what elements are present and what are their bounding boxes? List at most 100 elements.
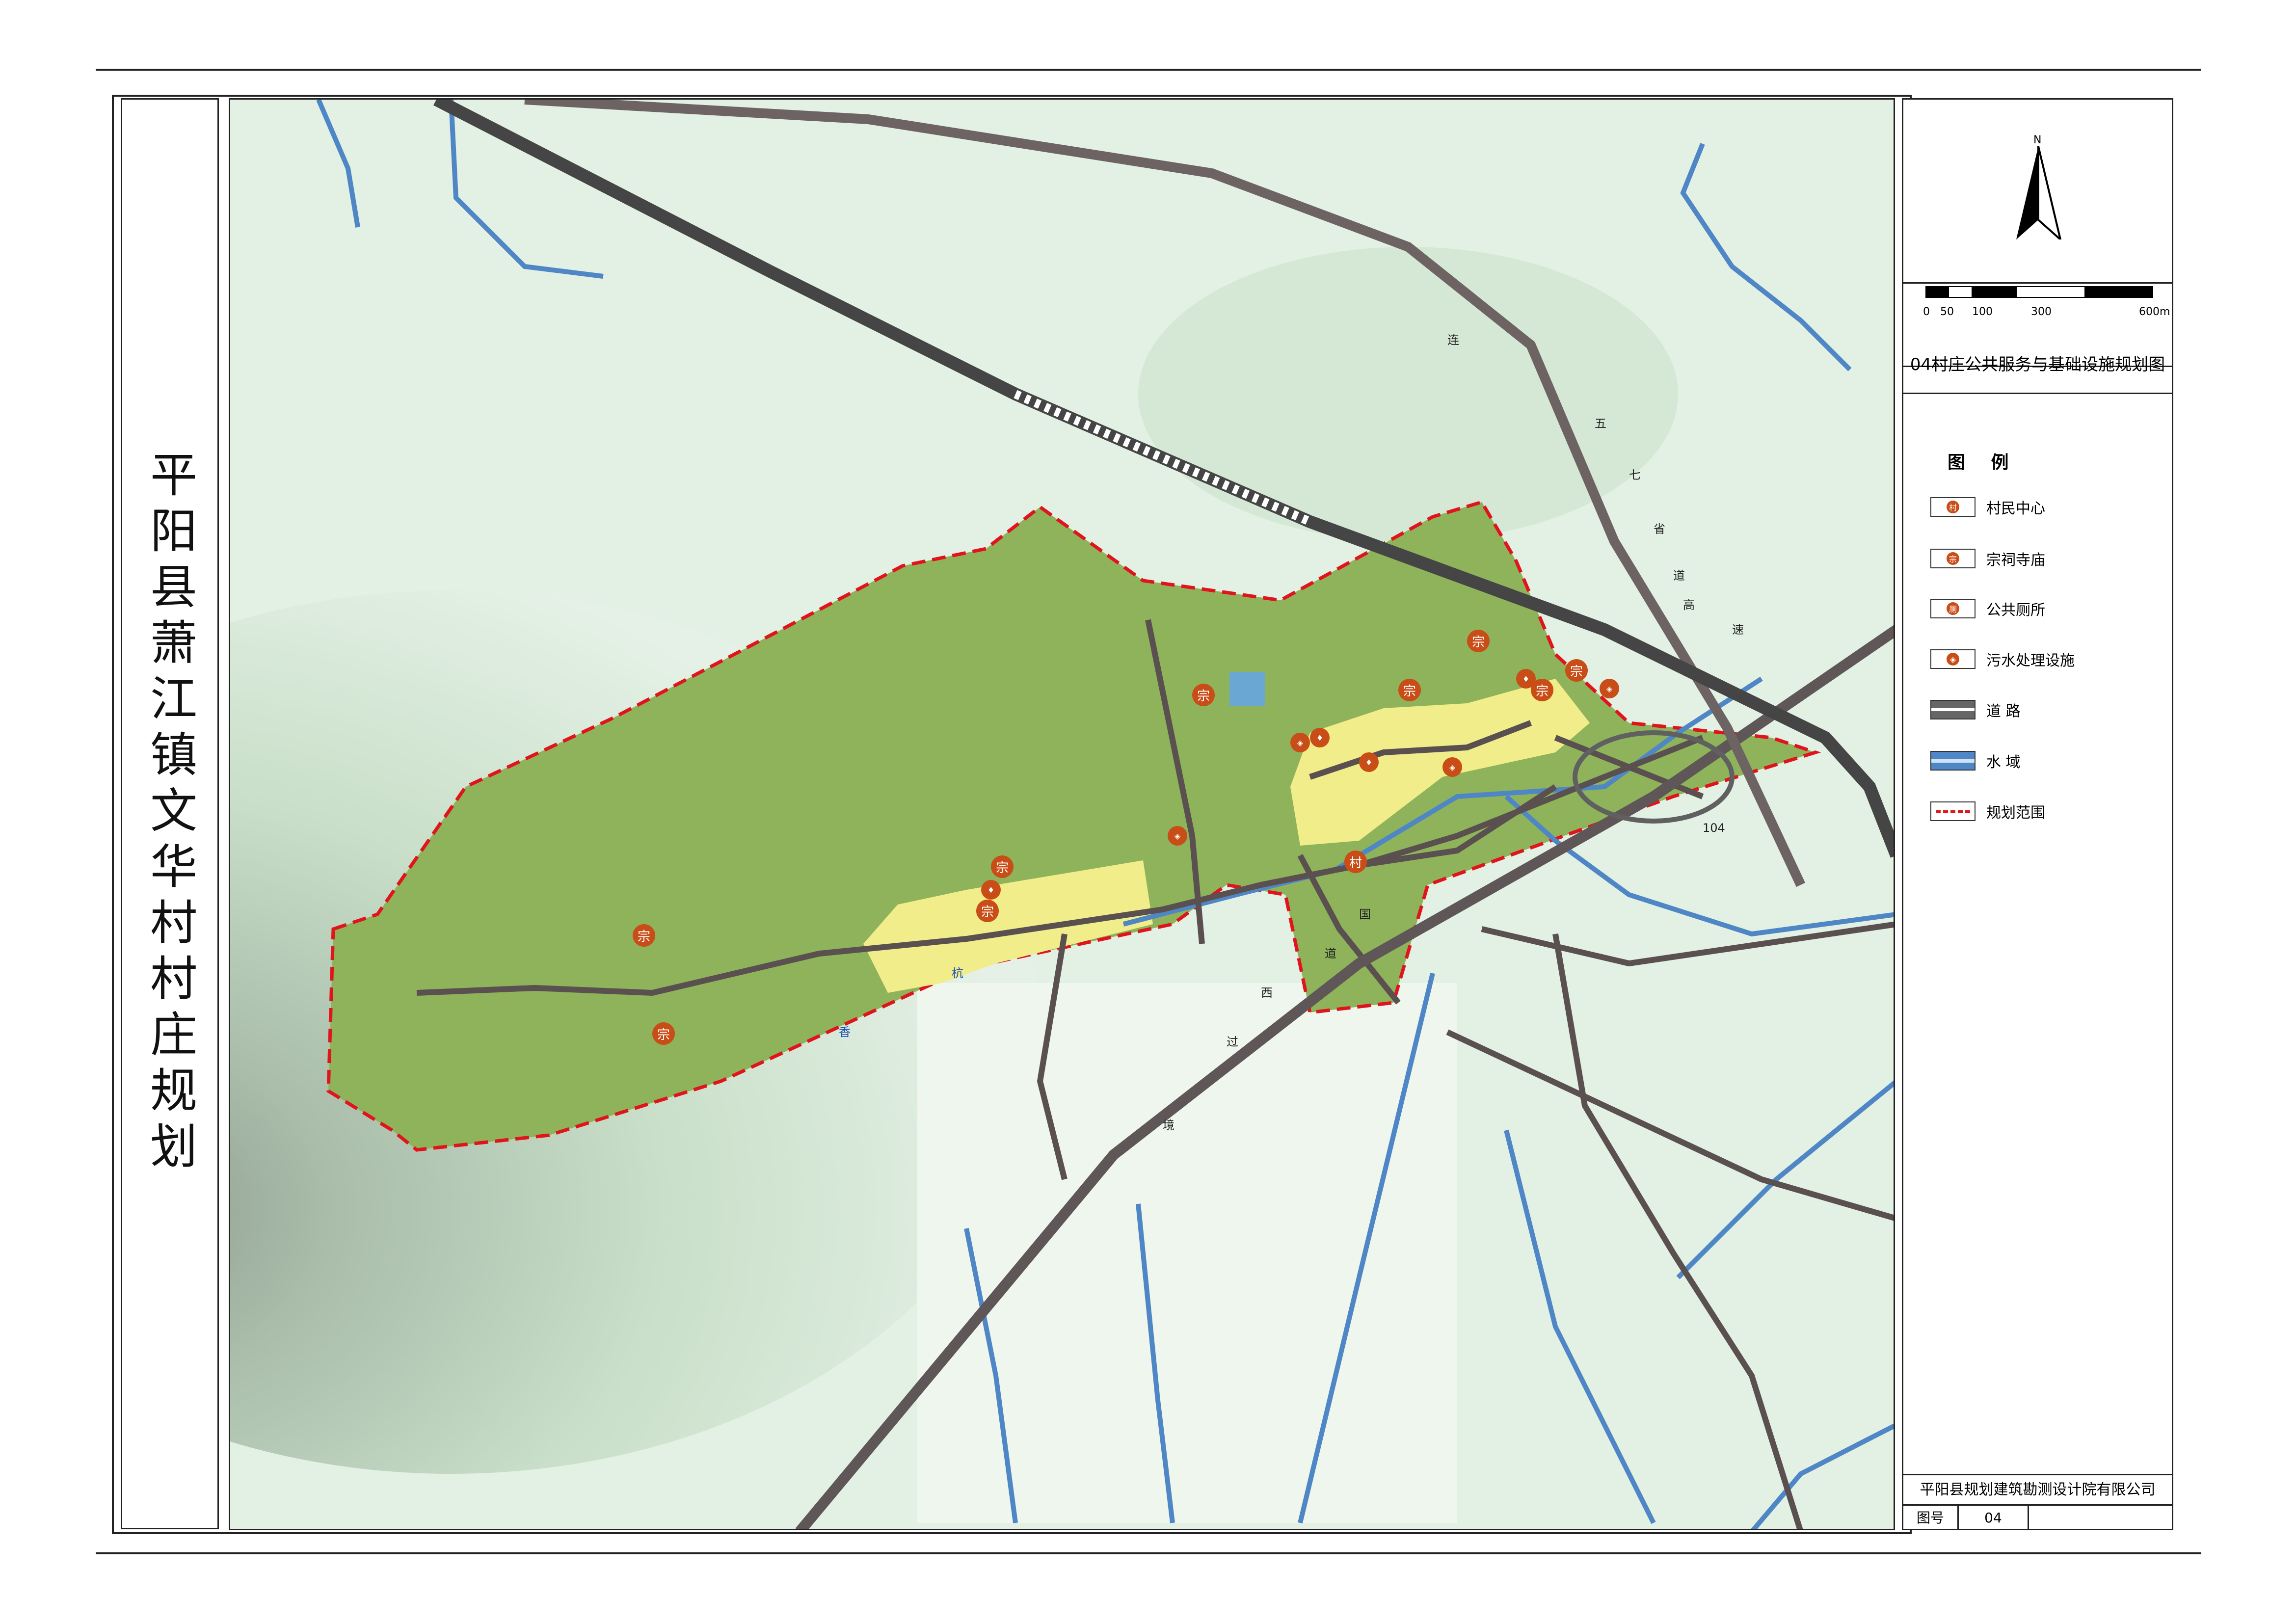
- road-label-provincial-4: 道: [1673, 566, 1685, 583]
- road-label-provincial-1: 五: [1595, 414, 1606, 431]
- village-center-icon: 村: [1344, 851, 1367, 873]
- road-label-char: 道: [1673, 569, 1685, 583]
- temple-marker[interactable]: 宗: [1398, 679, 1421, 701]
- sewage-icon: ◈: [1600, 679, 1619, 698]
- sewage-marker[interactable]: ◈: [1168, 826, 1187, 846]
- north-arrow-icon: [2016, 146, 2062, 240]
- legend-item-water: 水 域: [1930, 748, 2021, 773]
- legend-label: 道 路: [1986, 703, 2021, 720]
- road-label-char: 高: [1683, 598, 1695, 612]
- temple-marker[interactable]: 宗: [633, 924, 655, 947]
- toilet-icon: ♦: [1310, 728, 1330, 747]
- road-label-national-5: 境: [1163, 1116, 1175, 1133]
- river-label-char: 杭: [952, 966, 963, 980]
- sheet-value: 04: [1959, 1506, 2029, 1530]
- legend-item-boundary: 规划范围: [1930, 799, 2045, 824]
- legend-label: 宗祠寺庙: [1986, 552, 2045, 569]
- sewage-icon: ◈: [1168, 826, 1187, 846]
- road-label-char: 104: [1703, 821, 1725, 835]
- legend-label: 公共厕所: [1986, 602, 2045, 619]
- pond: [1229, 672, 1265, 706]
- road-label-char: 道: [1325, 947, 1336, 960]
- sewage-marker[interactable]: ◈: [1290, 733, 1310, 752]
- map-panel[interactable]: 连 五 七 省 道 高 速 104 国 道 西 过 境 杭 香 宗 宗 宗 宗 …: [229, 98, 1895, 1530]
- top-rule: [96, 69, 2201, 71]
- sewage-marker[interactable]: ◈: [1442, 757, 1462, 777]
- scale-bar: [1925, 286, 2153, 298]
- north-section: N: [1903, 100, 2172, 284]
- temple-icon: 宗: [652, 1022, 675, 1045]
- village-center-marker[interactable]: 村: [1344, 851, 1367, 873]
- toilet-marker[interactable]: ♦: [981, 880, 1001, 900]
- road-label-char: 七: [1629, 468, 1641, 482]
- road-label-char: 国: [1359, 907, 1371, 921]
- road-label-char: 过: [1227, 1035, 1238, 1049]
- sewage-marker[interactable]: ◈: [1600, 679, 1619, 698]
- toilet-marker[interactable]: ♦: [1310, 728, 1330, 747]
- river-label-1: 杭: [952, 963, 963, 981]
- river-label-char: 香: [839, 1025, 851, 1039]
- drawing-title: 04村庄公共服务与基础设施规划图: [1903, 338, 2172, 394]
- legend-item-road: 道 路: [1930, 697, 2021, 722]
- temple-marker[interactable]: 宗: [1192, 684, 1215, 706]
- toilet-icon: ♦: [981, 880, 1001, 900]
- sheet-number-row: 图号 04: [1903, 1504, 2172, 1530]
- water-icon: [1930, 751, 1976, 771]
- legend-item-temple: 宗 宗祠寺庙: [1930, 546, 2045, 571]
- temple-icon: 宗: [1565, 659, 1588, 682]
- village-center-icon: 村: [1947, 501, 1959, 513]
- south-plain: [917, 983, 1457, 1523]
- road-label-national-2: 道: [1325, 944, 1336, 961]
- legend-item-village-center: 村 村民中心: [1930, 495, 2045, 519]
- company-name: 平阳县规划建筑勘测设计院有限公司: [1903, 1474, 2172, 1505]
- road-label-provincial-2: 七: [1629, 465, 1641, 482]
- temple-marker[interactable]: 宗: [652, 1022, 675, 1045]
- sheet-label: 图号: [1903, 1506, 1959, 1530]
- scale-tick: 100: [1972, 306, 1993, 318]
- road-label-char: 省: [1654, 522, 1665, 536]
- temple-marker[interactable]: 宗: [991, 855, 1014, 878]
- scale-tick: 50: [1940, 306, 1954, 318]
- road-label-104: 104: [1703, 821, 1725, 835]
- temple-icon: 宗: [1398, 679, 1421, 701]
- road-icon: [1930, 700, 1976, 719]
- legend-item-sewage: ◈ 污水处理设施: [1930, 647, 2075, 671]
- road-label-expressway-3: 速: [1732, 620, 1744, 637]
- temple-icon: 宗: [991, 855, 1014, 878]
- road-label-char: 速: [1732, 623, 1744, 637]
- temple-icon: 宗: [1467, 630, 1490, 652]
- road-label-expressway: 连: [1447, 330, 1459, 347]
- scale-tick: 300: [2031, 306, 2052, 318]
- road-label-national-3: 西: [1261, 983, 1273, 1000]
- toilet-icon: 厕: [1947, 602, 1959, 615]
- scale-tick: 600m: [2139, 306, 2170, 318]
- temple-marker[interactable]: 宗: [1565, 659, 1588, 682]
- road-label-national-4: 过: [1227, 1032, 1238, 1049]
- map-svg: [230, 100, 1894, 1529]
- temple-icon: 宗: [976, 900, 999, 922]
- scale-tick: 0: [1923, 306, 1930, 318]
- plan-title: 平阳县萧江镇文华村村庄规划: [142, 450, 197, 1177]
- boundary-icon: [1930, 801, 1976, 821]
- sewage-icon: ◈: [1442, 757, 1462, 777]
- legend-label: 水 域: [1986, 754, 2021, 771]
- toilet-icon: ♦: [1516, 669, 1536, 689]
- road-label-provincial-3: 省: [1654, 519, 1665, 536]
- river-label-2: 香: [839, 1022, 851, 1039]
- sewage-icon: ◈: [1947, 653, 1959, 666]
- temple-marker[interactable]: 宗: [1467, 630, 1490, 652]
- north-label: N: [2033, 134, 2042, 146]
- toilet-icon: ♦: [1359, 752, 1379, 772]
- sheet-blank: [2029, 1506, 2172, 1530]
- legend-label: 村民中心: [1986, 500, 2045, 517]
- temple-marker[interactable]: 宗: [976, 900, 999, 922]
- temple-icon: 宗: [1947, 552, 1959, 565]
- side-panel: N 0 50 100 300 600m 04村庄公共服务与基础设施规划图 图 例…: [1902, 98, 2173, 1530]
- road-label-char: 五: [1595, 417, 1606, 430]
- legend-label: 污水处理设施: [1986, 652, 2075, 669]
- temple-icon: 宗: [1192, 684, 1215, 706]
- sewage-icon: ◈: [1290, 733, 1310, 752]
- toilet-marker[interactable]: ♦: [1359, 752, 1379, 772]
- toilet-marker[interactable]: ♦: [1516, 669, 1536, 689]
- vertical-title-panel: 平阳县萧江镇文华村村庄规划: [121, 98, 219, 1529]
